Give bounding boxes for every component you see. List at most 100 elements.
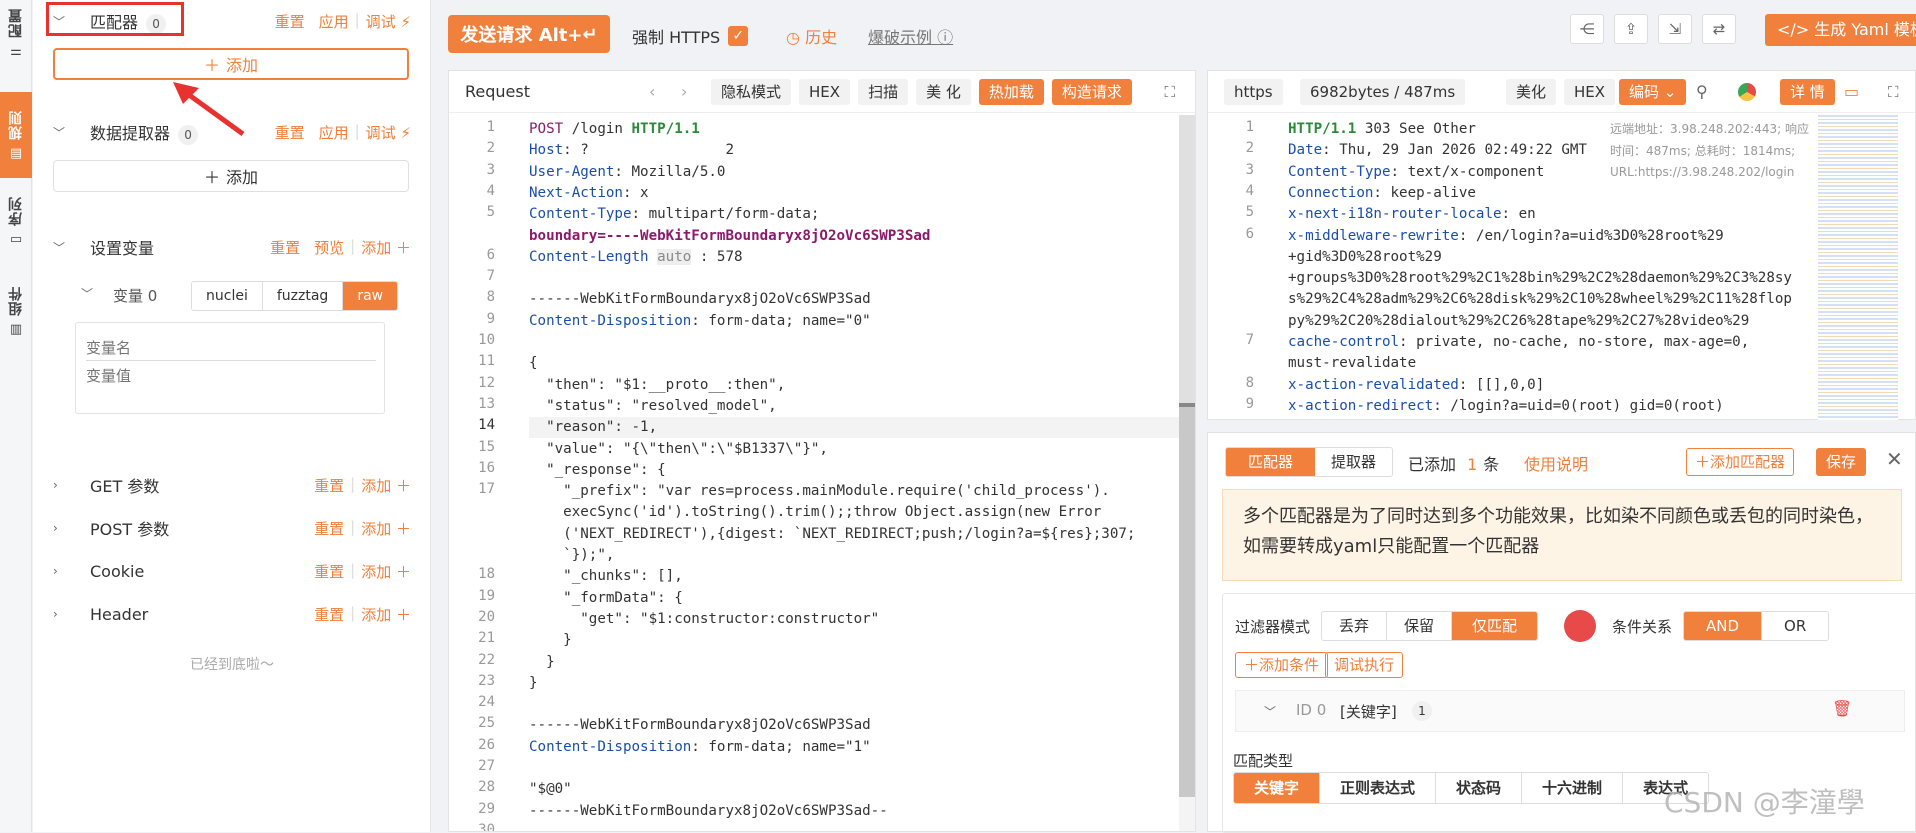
mode-fuzztag[interactable]: fuzztag <box>262 282 344 310</box>
code-line[interactable]: Content-Type: multipart/form-data; <box>529 204 828 225</box>
match-type-hex[interactable]: 十六进制 <box>1522 773 1624 803</box>
fullscreen-icon[interactable]: ⛶ <box>1888 83 1899 101</box>
chevron-down-icon[interactable]: ﹀ <box>53 124 65 141</box>
request-editor[interactable]: 1 POST /login HTTP/1.1 2 Host: ? 2 3 User-Age… <box>449 115 1179 831</box>
tab-matcher[interactable]: 匹配器 <box>1226 448 1316 476</box>
header-params-add-button[interactable]: 添加 ＋ <box>361 604 411 625</box>
color-dot[interactable] <box>1564 610 1596 642</box>
code-line[interactable]: "_formData": { <box>529 588 683 609</box>
filter-match-only[interactable]: 仅匹配 <box>1452 612 1538 640</box>
vars-add-button[interactable]: 添加 ＋ <box>361 237 411 258</box>
post-params-header[interactable]: › POST 参数 重置 | 添加 ＋ <box>33 513 431 543</box>
trash-icon[interactable]: 🗑 <box>1832 699 1852 718</box>
code-line[interactable]: "_chunks": [], <box>529 566 683 587</box>
beautify-button[interactable]: 美 化 <box>916 78 971 105</box>
filter-keep[interactable]: 保留 <box>1387 612 1453 640</box>
swap-icon[interactable]: ⇄ <box>1702 14 1736 44</box>
chevron-down-icon[interactable]: ﹀ <box>81 285 93 302</box>
tab-sequence[interactable]: 序列 ▭ <box>0 196 32 262</box>
hex-button[interactable]: HEX <box>799 78 851 105</box>
extractor-apply-button[interactable]: 应用 <box>319 122 349 143</box>
debug-run-button[interactable]: 调试执行 <box>1325 652 1404 678</box>
var-name-input[interactable] <box>86 335 376 361</box>
code-line[interactable]: { <box>529 353 538 374</box>
code-line[interactable]: `});", <box>529 545 614 566</box>
get-params-header[interactable]: › GET 参数 重置 | 添加 ＋ <box>33 470 431 500</box>
save-button[interactable]: 保存 <box>1816 448 1867 476</box>
code-line[interactable]: } <box>529 652 555 673</box>
code-line[interactable]: must-revalidate <box>1288 353 1416 374</box>
search-icon[interactable]: ⚲ <box>1696 82 1708 101</box>
close-icon[interactable]: ✕ <box>1886 447 1903 471</box>
tab-components[interactable]: 组件 ▥ <box>0 286 32 366</box>
code-line[interactable]: ------WebKitFormBoundaryx8jO2oVc6SWP3Sad <box>529 289 871 310</box>
cookie-header[interactable]: › Cookie 重置 | 添加 ＋ <box>33 556 431 586</box>
code-line[interactable]: x-action-revalidated: [[],0,0] <box>1288 375 1544 396</box>
matcher-reset-button[interactable]: 重置 <box>275 11 305 32</box>
code-line[interactable]: ------WebKitFormBoundaryx8jO2oVc6SWP3Sad… <box>529 801 888 822</box>
export-icon[interactable]: ⇪ <box>1614 14 1648 44</box>
code-line[interactable]: Content-Disposition: form-data; name="1" <box>529 737 871 758</box>
code-line[interactable]: HTTP/1.1 303 See Other <box>1288 119 1476 140</box>
condition-and[interactable]: AND <box>1684 612 1763 640</box>
code-line[interactable]: "reason": -1, <box>529 417 1179 439</box>
code-line[interactable]: Connection: keep-alive <box>1288 183 1476 204</box>
extractor-debug-button[interactable]: 调试 ⚡ <box>366 122 411 143</box>
chevron-down-icon[interactable]: ﹀ <box>53 239 65 256</box>
chevron-right-icon[interactable]: › <box>53 478 58 492</box>
mode-nuclei[interactable]: nuclei <box>192 282 263 310</box>
code-line[interactable]: Content-Type: text/x-component <box>1288 162 1544 183</box>
post-params-add-button[interactable]: 添加 ＋ <box>361 518 411 539</box>
code-line[interactable]: ('NEXT_REDIRECT'),{digest: `NEXT_REDIREC… <box>529 524 1135 545</box>
code-line[interactable]: +groups%3D0%28root%29%2C1%28bin%29%2C2%2… <box>1288 268 1792 289</box>
chevron-right-icon[interactable]: › <box>53 564 58 578</box>
code-line[interactable]: +gid%3D0%28root%29 <box>1288 247 1442 268</box>
code-line[interactable]: "status": "resolved_model", <box>529 396 777 417</box>
chevron-right-icon[interactable]: › <box>53 607 58 621</box>
tab-extractor[interactable]: 提取器 <box>1315 448 1393 476</box>
resp-beautify-button[interactable]: 美化 <box>1506 78 1557 105</box>
code-line[interactable]: Next-Action: x <box>529 183 649 204</box>
comment-icon[interactable]: ▭ <box>1844 82 1859 101</box>
encoding-dropdown[interactable]: 编码 ⌄ <box>1619 78 1687 105</box>
next-icon[interactable]: › <box>681 82 687 101</box>
filter-discard[interactable]: 丢弃 <box>1322 612 1388 640</box>
code-line[interactable]: } <box>529 630 572 651</box>
chrome-icon[interactable] <box>1738 83 1756 101</box>
cookie-reset-button[interactable]: 重置 <box>314 561 344 582</box>
code-line[interactable]: x-next-i18n-router-locale: en <box>1288 204 1536 225</box>
privacy-mode-button[interactable]: 隐私模式 <box>711 78 792 105</box>
chevron-down-icon[interactable]: ﹀ <box>1264 703 1276 720</box>
code-line[interactable]: "then": "$1:__proto__:then", <box>529 375 785 396</box>
add-condition-button[interactable]: ＋添加条件 <box>1235 652 1329 678</box>
code-line[interactable]: Date: Thu, 29 Jan 2026 02:49:22 GMT <box>1288 140 1587 161</box>
https-checkbox[interactable]: ✓ <box>728 26 749 46</box>
condition-row-header[interactable]: ﹀ ID 0 [关键字] 1 🗑 <box>1235 690 1905 732</box>
mode-raw[interactable]: raw <box>343 282 398 310</box>
code-line[interactable]: } <box>529 673 538 694</box>
code-line[interactable]: User-Agent: Mozilla/5.0 <box>529 162 725 183</box>
code-line[interactable]: "$@0" <box>529 779 572 800</box>
code-line[interactable]: POST /login HTTP/1.1 <box>529 119 700 140</box>
response-minimap[interactable] <box>1818 115 1898 420</box>
tab-config[interactable]: 配置 ⚌ <box>0 8 32 78</box>
code-line[interactable]: "_response": { <box>529 460 666 481</box>
code-line[interactable]: x-middleware-rewrite: /en/login?a=uid%3D… <box>1288 226 1724 247</box>
send-request-button[interactable]: 发送请求 Alt+ ↵ <box>448 15 610 53</box>
hot-load-button[interactable]: 热加载 <box>978 78 1044 105</box>
post-params-reset-button[interactable]: 重置 <box>314 518 344 539</box>
matcher-debug-button[interactable]: 调试 ⚡ <box>366 11 411 32</box>
fullscreen-icon[interactable]: ⛶ <box>1164 83 1175 101</box>
condition-or[interactable]: OR <box>1762 612 1829 640</box>
code-line[interactable]: "get": "$1:constructor:constructor" <box>529 609 879 630</box>
scan-button[interactable]: 扫描 <box>858 78 909 105</box>
code-line[interactable]: Host: ? 2 <box>529 140 734 161</box>
code-line[interactable]: boundary=----WebKitFormBoundaryx8jO2oVc6… <box>529 226 930 247</box>
prev-icon[interactable]: ‹ <box>649 82 655 101</box>
build-request-button[interactable]: 构造请求 <box>1051 78 1132 105</box>
example-link[interactable]: 爆破示例 ⓘ <box>868 24 953 48</box>
matcher-add-button[interactable]: ＋添加 <box>53 48 409 80</box>
chevron-right-icon[interactable]: › <box>53 521 58 535</box>
code-line[interactable]: py%29%2C20%28dialout%29%2C26%28tape%29%2… <box>1288 311 1749 332</box>
vars-reset-button[interactable]: 重置 <box>270 237 300 258</box>
